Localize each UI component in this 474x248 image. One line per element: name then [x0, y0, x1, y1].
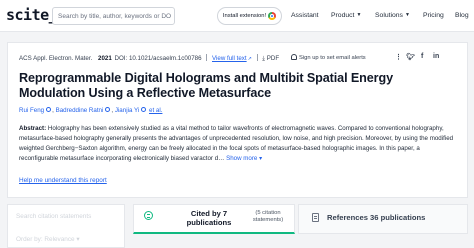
scite-logo[interactable]: scite_ — [6, 6, 58, 24]
external-link-icon: ↗ — [247, 56, 252, 62]
chevron-down-icon: ▼ — [356, 12, 362, 18]
author-link[interactable]: Badreddine Ratni — [56, 107, 104, 114]
pub-year: 2021 — [98, 55, 112, 62]
install-extension-button[interactable]: Install extension! — [217, 7, 282, 25]
download-icon: ⤓ — [262, 55, 266, 62]
abstract: Abstract: Holography has been extensivel… — [19, 124, 459, 164]
show-more-link[interactable]: Show more ▾ — [226, 155, 262, 162]
email-alerts[interactable]: Sign up to set email alerts — [291, 54, 366, 61]
journal-name[interactable]: ACS Appl. Electron. Mater. — [19, 55, 92, 62]
tab-references[interactable]: References 36 publications — [298, 204, 468, 234]
abstract-label: Abstract: — [19, 125, 47, 132]
nav-assistant[interactable]: Assistant — [291, 12, 319, 19]
top-nav: scite_ Install extension! Assistant Prod… — [0, 0, 474, 32]
paper-title: Reprogrammable Digital Holograms and Mul… — [19, 71, 393, 100]
search-box[interactable] — [52, 7, 175, 25]
facebook-icon[interactable]: f — [421, 53, 423, 60]
view-full-text-label: View full text — [212, 55, 247, 62]
show-more-label: Show more — [226, 155, 258, 162]
citation-order-select[interactable]: Order by: Relevance ▾ — [16, 235, 80, 243]
twitter-icon[interactable]: 🐦︎ — [406, 53, 415, 61]
quote-icon — [144, 211, 153, 220]
author-link[interactable]: Jianjia Yi — [115, 107, 139, 114]
nav-blog[interactable]: Blog — [455, 12, 469, 19]
chevron-down-icon: ▼ — [404, 12, 410, 18]
tab-cited-by[interactable]: Cited by 7 publications (5 citation stat… — [133, 204, 295, 234]
person-icon — [46, 107, 52, 112]
person-icon — [105, 107, 111, 112]
paper-card: ACS Appl. Electron. Mater. 2021 DOI: 10.… — [7, 42, 468, 198]
divider — [206, 54, 208, 61]
search-input[interactable] — [58, 10, 171, 23]
email-alerts-label: Sign up to set email alerts — [299, 55, 366, 61]
nav-product[interactable]: Product ▼ — [331, 12, 361, 19]
share-icon[interactable]: ⋮ — [395, 53, 402, 61]
document-icon — [312, 213, 319, 222]
cited-by-label: Cited by 7 publications — [186, 209, 232, 227]
citation-search-panel: Search citation statements Order by: Rel… — [7, 204, 125, 248]
pdf-label: PDF — [266, 55, 280, 62]
nav-solutions[interactable]: Solutions ▼ — [375, 12, 410, 19]
bell-icon — [291, 54, 297, 60]
paper-meta: ACS Appl. Electron. Mater. 2021 DOI: 10.… — [19, 54, 279, 63]
more-authors-link[interactable]: et al. — [149, 107, 162, 114]
chrome-icon — [268, 12, 277, 20]
citation-search-input[interactable]: Search citation statements — [16, 213, 91, 220]
help-understand-link[interactable]: Help me understand this report — [19, 177, 107, 184]
nav-pricing[interactable]: Pricing — [423, 12, 444, 19]
citation-statements-count: (5 citation statements) — [252, 210, 284, 223]
author-list: Rui Feng, Badreddine Ratni, Jianjia Yi e… — [19, 107, 163, 114]
chevron-down-icon: ▾ — [259, 155, 263, 162]
nav-product-label: Product — [331, 12, 355, 19]
references-label: References 36 publications — [327, 213, 426, 222]
view-full-text-link[interactable]: View full text↗ — [212, 55, 252, 62]
linkedin-icon[interactable]: in — [433, 53, 439, 60]
author-link[interactable]: Rui Feng — [19, 107, 44, 114]
pdf-link[interactable]: ⤓ PDF — [262, 55, 279, 62]
doi[interactable]: DOI: 10.1021/acsaelm.1c00786 — [115, 55, 202, 62]
divider — [256, 54, 258, 61]
nav-solutions-label: Solutions — [375, 12, 403, 19]
install-extension-label: Install extension! — [222, 13, 267, 19]
person-icon — [141, 107, 147, 112]
